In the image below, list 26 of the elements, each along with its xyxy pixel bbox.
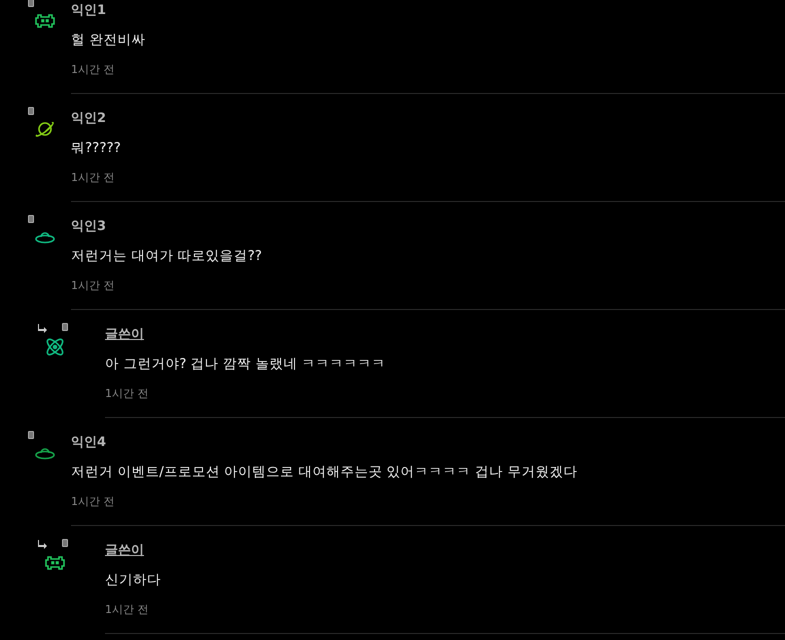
- badge-icon: [62, 323, 68, 331]
- comment-text: 신기하다: [105, 571, 162, 590]
- author-name: 익인4: [71, 434, 106, 452]
- author-name: 익인3: [71, 218, 106, 236]
- badge-icon: [28, 215, 34, 223]
- comment-text: 아 그런거야? 겁나 깜짝 놀랬네 ㅋㅋㅋㅋㅋㅋ: [105, 355, 387, 374]
- comment-text: 저런거 이벤트/프로모션 아이템으로 대여해주는곳 있어ㅋㅋㅋㅋ 겁나 무거웠겠다: [71, 463, 578, 482]
- author-name: 글쓴이: [105, 326, 144, 344]
- reply-arrow-icon: [38, 323, 48, 333]
- comment-time: 1시간 전: [71, 170, 116, 186]
- comment-text: 헐 완전비싸: [71, 31, 146, 50]
- comment-text: 저런거는 대여가 따로있을걸??: [71, 247, 263, 266]
- comment-text: 뭐?????: [71, 139, 122, 158]
- comment-time: 1시간 전: [71, 62, 116, 78]
- badge-icon: [28, 107, 34, 115]
- comment-time: 1시간 전: [71, 278, 116, 294]
- comment-time: 1시간 전: [105, 602, 150, 618]
- author-name: 익인2: [71, 110, 106, 128]
- comment-time: 1시간 전: [105, 386, 150, 402]
- author-name: 글쓴이: [105, 542, 144, 560]
- comment-time: 1시간 전: [71, 494, 116, 510]
- badge-icon: [62, 539, 68, 547]
- badge-icon: [28, 431, 34, 439]
- author-name: 익인1: [71, 2, 106, 20]
- reply-arrow-icon: [38, 539, 48, 549]
- badge-icon: [28, 0, 34, 7]
